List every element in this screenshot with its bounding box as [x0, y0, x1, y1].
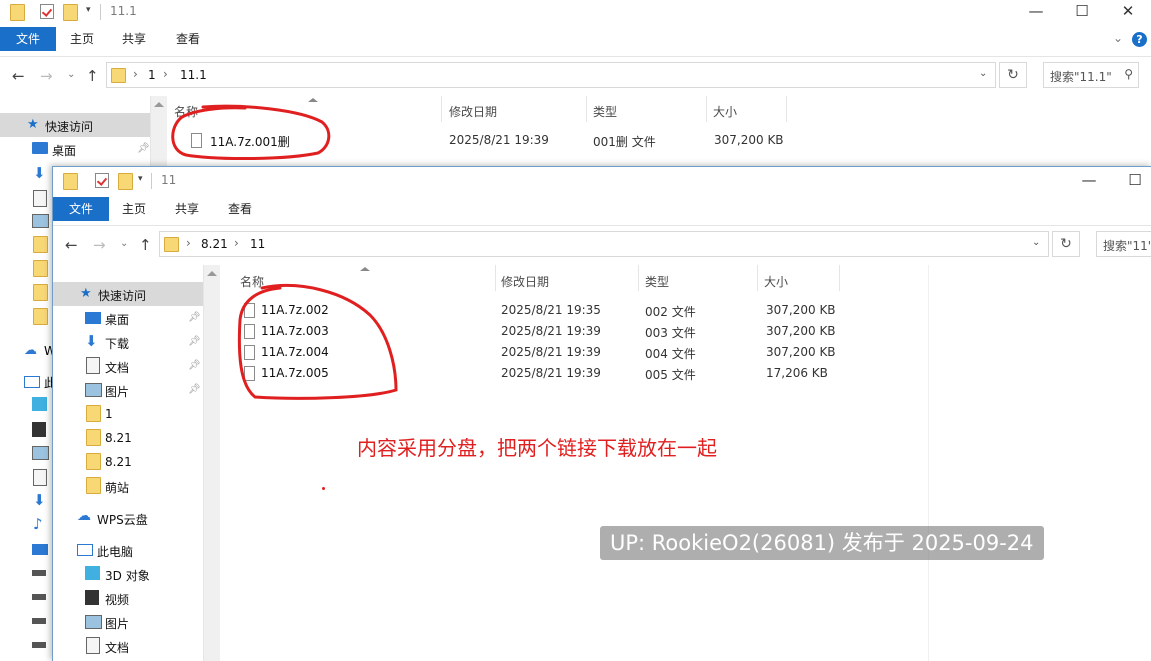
red-circle-annotation — [237, 284, 398, 400]
uploader-watermark: UP: RookieO2(26081) 发布于 2025-09-24 — [600, 526, 1044, 560]
annotation-dot — [322, 487, 325, 490]
annotation-note: 内容采用分盘，把两个链接下载放在一起 — [357, 436, 717, 460]
